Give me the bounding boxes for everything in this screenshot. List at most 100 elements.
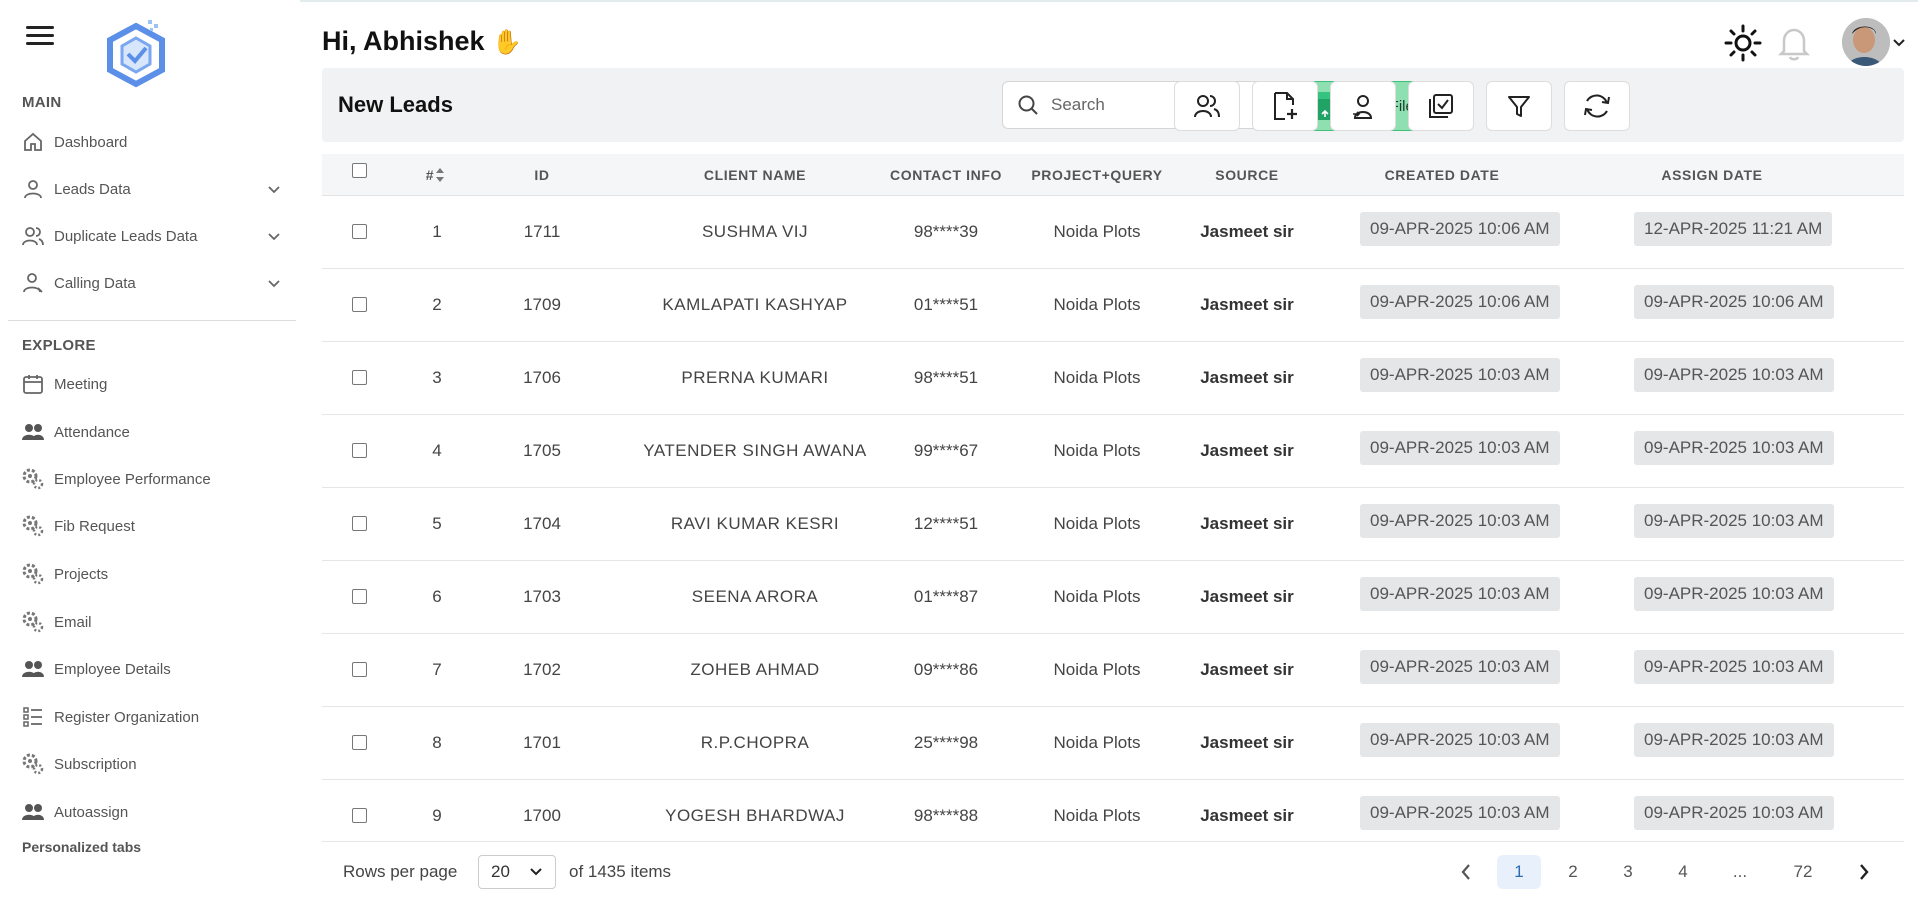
table-row[interactable]: 8 1701 R.P.CHOPRA 25****98 Noida Plots J… — [322, 707, 1904, 780]
user-phone-icon — [20, 270, 46, 296]
sidebar-item-dashboard[interactable]: Dashboard — [20, 124, 292, 160]
cell-number: 5 — [432, 514, 442, 533]
select-all-checkbox[interactable] — [352, 163, 367, 178]
chevron-down-icon[interactable] — [1892, 36, 1906, 48]
cell-id: 1711 — [523, 222, 561, 241]
cell-source: Jasmeet sir — [1200, 587, 1294, 606]
personalized-tabs-title[interactable]: Personalized tabs — [22, 839, 141, 855]
greeting-text: Hi, Abhishek — [322, 26, 485, 56]
assign-users-button[interactable] — [1174, 81, 1240, 131]
table-row[interactable]: 5 1704 RAVI KUMAR KESRI 12****51 Noida P… — [322, 488, 1904, 561]
sidebar-item-employee-performance[interactable]: Employee Performance — [20, 461, 292, 497]
table-row[interactable]: 3 1706 PRERNA KUMARI 98****51 Noida Plot… — [322, 342, 1904, 415]
cell-created-date: 09-APR-2025 10:03 AM — [1360, 431, 1560, 465]
gears-icon — [20, 751, 46, 777]
row-checkbox[interactable] — [352, 370, 367, 385]
sidebar-item-employee-details[interactable]: Employee Details — [20, 651, 292, 687]
cell-contact-info: 01****51 — [913, 295, 979, 314]
row-checkbox[interactable] — [352, 516, 367, 531]
table-row[interactable]: 9 1700 YOGESH BHARDWAJ 98****88 Noida Pl… — [322, 780, 1904, 842]
sidebar-item-email[interactable]: Email — [20, 604, 292, 640]
cell-created-date: 09-APR-2025 10:06 AM — [1360, 212, 1560, 246]
table-row[interactable]: 1 1711 SUSHMA VIJ 98****39 Noida Plots J… — [322, 196, 1904, 269]
prev-page-button[interactable] — [1444, 855, 1488, 889]
sidebar-item-attendance[interactable]: Attendance — [20, 414, 292, 450]
table-row[interactable]: 6 1703 SEENA ARORA 01****87 Noida Plots … — [322, 561, 1904, 634]
sidebar-item-subscription[interactable]: Subscription — [20, 746, 292, 782]
sidebar-item-label: Meeting — [54, 375, 108, 393]
sidebar-item-projects[interactable]: Projects — [20, 556, 292, 592]
cell-assign-date: 12-APR-2025 11:21 AM — [1634, 212, 1833, 246]
cell-source: Jasmeet sir — [1200, 295, 1294, 314]
cell-source: Jasmeet sir — [1200, 733, 1294, 752]
cell-id: 1701 — [523, 733, 561, 752]
user-arrow-icon — [1353, 95, 1373, 119]
cell-source: Jasmeet sir — [1200, 660, 1294, 679]
cell-assign-date: 09-APR-2025 10:03 AM — [1634, 577, 1834, 611]
bell-icon[interactable] — [1776, 24, 1812, 62]
filter-icon — [1508, 96, 1530, 117]
cell-assign-date: 09-APR-2025 10:03 AM — [1634, 431, 1834, 465]
cell-id: 1702 — [523, 660, 561, 679]
cell-project-query: Noida Plots — [1053, 295, 1141, 314]
toolbar: New Leads Import File — [322, 68, 1904, 142]
theme-toggle-sun-icon[interactable] — [1724, 24, 1762, 62]
menu-toggle-icon[interactable] — [26, 26, 54, 46]
page-title: New Leads — [338, 92, 453, 117]
select-all-button[interactable] — [1408, 81, 1474, 131]
rows-per-page-label: Rows per page — [343, 862, 458, 881]
sidebar-item-fib-request[interactable]: Fib Request — [20, 508, 292, 544]
sidebar-item-meeting[interactable]: Meeting — [20, 366, 292, 402]
section-main-title: MAIN — [22, 94, 62, 111]
cell-id: 1706 — [523, 368, 561, 387]
sidebar-item-autoassign[interactable]: Autoassign — [20, 794, 292, 830]
users-icon — [1194, 95, 1220, 118]
cell-contact-info: 98****39 — [913, 222, 979, 241]
cell-contact-info: 25****98 — [913, 733, 979, 752]
column-header-source: SOURCE — [1215, 167, 1279, 183]
refresh-button[interactable] — [1564, 81, 1630, 131]
cell-created-date: 09-APR-2025 10:06 AM — [1360, 285, 1560, 319]
sidebar-item-label: Employee Details — [54, 660, 171, 678]
cell-contact-info: 12****51 — [913, 514, 979, 533]
cell-id: 1709 — [523, 295, 561, 314]
row-checkbox[interactable] — [352, 808, 367, 823]
cell-contact-info: 01****87 — [913, 587, 979, 606]
page-button-1[interactable]: 1 — [1497, 855, 1541, 889]
sidebar-item-label: Autoassign — [54, 803, 129, 821]
row-checkbox[interactable] — [352, 297, 367, 312]
cell-number: 1 — [432, 222, 442, 241]
row-checkbox[interactable] — [352, 735, 367, 750]
row-checkbox[interactable] — [352, 662, 367, 677]
sidebar-item-duplicate-leads-data[interactable]: Duplicate Leads Data — [20, 218, 292, 254]
row-checkbox[interactable] — [352, 443, 367, 458]
page-button-3[interactable]: 3 — [1606, 855, 1650, 889]
table-row[interactable]: 4 1705 YATENDER SINGH AWANA 99****67 Noi… — [322, 415, 1904, 488]
table-row[interactable]: 7 1702 ZOHEB AHMAD 09****86 Noida Plots … — [322, 634, 1904, 707]
page-button-4[interactable]: 4 — [1661, 855, 1705, 889]
filter-button[interactable] — [1486, 81, 1552, 131]
rows-per-page-select[interactable]: 20 — [478, 855, 556, 889]
sidebar-item-label: Fib Request — [54, 517, 135, 535]
column-header-contact-info: CONTACT INFO — [890, 167, 1002, 183]
page-ellipsis[interactable]: ... — [1718, 855, 1762, 889]
chevron-down-icon — [268, 280, 280, 288]
row-checkbox[interactable] — [352, 589, 367, 604]
row-checkbox[interactable] — [352, 224, 367, 239]
assign-user-button[interactable] — [1330, 81, 1396, 131]
group-icon — [20, 799, 46, 825]
cell-number: 8 — [432, 733, 442, 752]
add-document-button[interactable] — [1252, 81, 1318, 131]
sidebar-item-register-organization[interactable]: Register Organization — [20, 699, 292, 735]
avatar[interactable] — [1842, 18, 1890, 66]
page-button-2[interactable]: 2 — [1551, 855, 1595, 889]
table-row[interactable]: 2 1709 KAMLAPATI KASHYAP 01****51 Noida … — [322, 269, 1904, 342]
cell-id: 1700 — [523, 806, 561, 825]
sort-icon[interactable] — [435, 167, 445, 183]
page-button-72[interactable]: 72 — [1781, 855, 1825, 889]
cell-contact-info: 98****51 — [913, 368, 979, 387]
sidebar-item-leads-data[interactable]: Leads Data — [20, 171, 292, 207]
cell-source: Jasmeet sir — [1200, 368, 1294, 387]
next-page-button[interactable] — [1842, 855, 1886, 889]
sidebar-item-calling-data[interactable]: Calling Data — [20, 265, 292, 301]
